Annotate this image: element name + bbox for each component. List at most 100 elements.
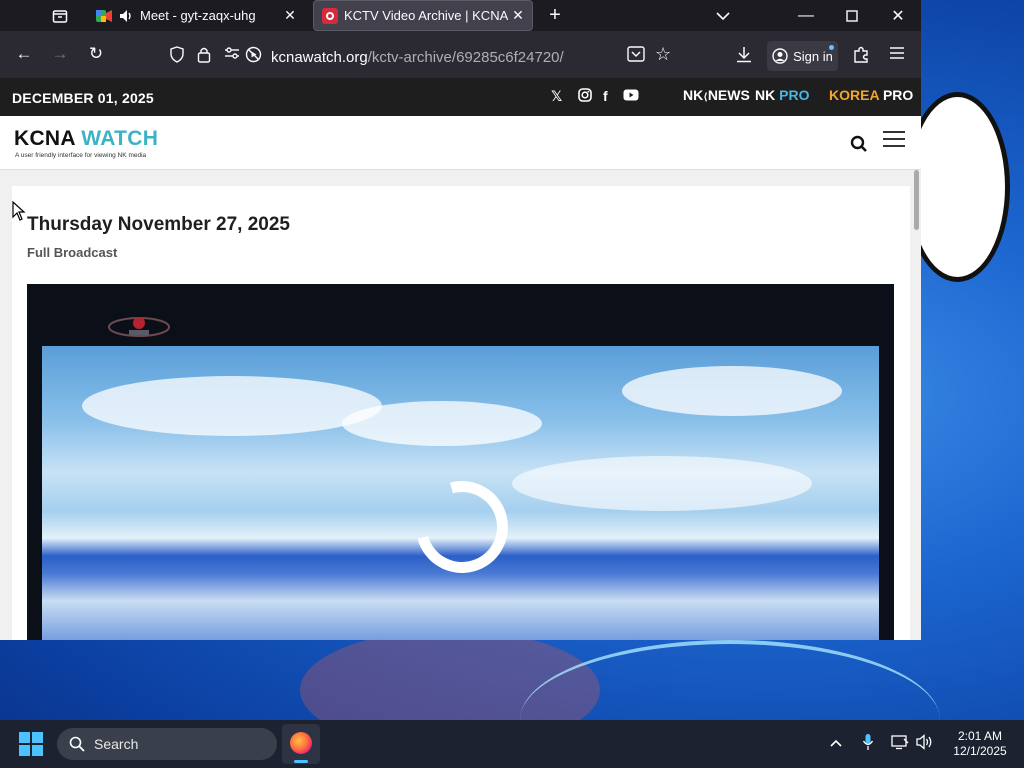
site-date: DECEMBER 01, 2025 [12,90,154,106]
facebook-icon[interactable]: f [603,88,608,104]
minimize-button[interactable]: — [788,0,824,31]
volume-icon[interactable] [916,734,934,753]
kcna-favicon-icon [322,7,338,24]
windows-start-icon[interactable] [19,732,43,756]
shield-icon[interactable] [169,46,185,66]
tab-label: Meet - gyt-zaqx-uhg [140,8,256,23]
search-icon[interactable] [850,135,868,153]
downloads-icon[interactable] [736,46,752,66]
url-path: /kctv-archive/69285c6f24720/ [367,49,564,66]
permissions-icon[interactable] [224,46,240,63]
taskbar-search[interactable]: Search [57,728,277,760]
wallpaper-shape [520,640,940,720]
video-cloud [512,456,812,511]
url-bar[interactable]: kcnawatch.org/kctv-archive/69285c6f24720… [271,49,564,66]
arrow-right-icon: → [51,44,69,63]
meet-icon [96,8,112,24]
brand-text: NK [683,87,704,103]
url-domain: kcnawatch.org [271,49,368,66]
network-icon[interactable] [891,734,909,753]
close-icon: ✕ [891,7,905,25]
menu-icon[interactable] [889,46,905,63]
plus-icon: + [549,4,561,26]
menu-line [883,131,905,133]
chevron-up-icon [830,739,842,747]
nk-pro-link[interactable]: NK PRO [755,87,809,103]
active-indicator [294,760,308,763]
save-to-pocket-icon[interactable] [627,46,645,65]
arrow-left-icon: ← [15,44,33,63]
broadcast-card: Thursday November 27, 2025 Full Broadcas… [12,186,910,640]
search-placeholder: Search [94,736,139,752]
brand-text: PRO [882,87,914,103]
site-header: KCNA WATCH A user friendly interface for… [0,116,921,170]
account-icon [772,48,788,64]
search-icon [69,736,85,752]
sign-in-label: Sign in [793,48,833,64]
autoplay-blocked-icon[interactable] [245,46,262,66]
brand-text: PRO [779,87,810,103]
youtube-icon[interactable] [623,88,639,104]
nk-news-link[interactable]: NK⟨NEWS [683,87,750,103]
kcna-watch-logo[interactable]: KCNA WATCH [14,127,158,151]
microphone-icon[interactable] [862,733,874,754]
brand-text: NK [755,87,780,103]
page-scrollbar[interactable] [914,170,919,230]
bookmark-star-icon[interactable]: ☆ [655,44,671,65]
hamburger-menu-icon[interactable] [883,131,905,147]
maximize-icon [846,9,858,22]
menu-line [883,145,905,147]
show-hidden-icons-button[interactable] [830,734,842,750]
x-twitter-icon[interactable]: 𝕏 [551,88,562,105]
video-cloud [622,366,842,416]
reload-button[interactable]: ↻ [81,39,111,69]
windows-taskbar: Search 2:01 AM 12/1/2025 [0,720,1024,768]
sign-in-button[interactable]: Sign in [767,41,838,71]
video-player[interactable] [27,284,894,640]
forward-button[interactable]: → [45,39,75,69]
mouse-cursor-icon [12,201,26,221]
broadcast-subtitle: Full Broadcast [27,245,118,260]
close-window-button[interactable]: ✕ [880,0,916,31]
extensions-icon[interactable] [853,46,869,66]
tab-label: KCTV Video Archive | KCNA Wat [344,8,508,23]
firefox-taskbar-button[interactable] [282,724,320,764]
new-tab-button[interactable]: + [537,0,573,31]
video-cloud [82,376,382,436]
clock-date: 12/1/2025 [953,744,1007,758]
tab-kcna-watch[interactable]: KCTV Video Archive | KCNA Wat ✕ [313,0,533,31]
tab-bar: Meet - gyt-zaqx-uhg ✕ KCTV Video Archive… [0,0,921,31]
reload-icon: ↻ [88,44,104,63]
notification-dot [829,45,834,50]
firefox-icon [290,732,312,754]
maximize-button[interactable] [834,0,870,31]
korea-pro-link[interactable]: KOREA PRO [829,87,913,103]
tab-list-icon [52,9,68,23]
site-top-bar: DECEMBER 01, 2025 𝕏 f NK⟨NEWS NK PRO KOR… [0,78,921,116]
tab-overview-button[interactable] [42,0,78,31]
close-icon[interactable]: ✕ [280,7,300,24]
video-cloud [342,401,542,446]
clock-time: 2:01 AM [957,729,1003,743]
system-clock[interactable]: 2:01 AM 12/1/2025 [945,729,1015,759]
close-icon[interactable]: ✕ [508,7,528,24]
brand-text: KOREA [829,87,883,103]
browser-window: Meet - gyt-zaqx-uhg ✕ KCTV Video Archive… [0,0,921,640]
list-all-tabs-button[interactable] [705,0,741,31]
page-title: Thursday November 27, 2025 [27,214,290,235]
logo-tagline: A user friendly interface for viewing NK… [15,152,147,159]
menu-line [883,138,905,140]
back-button[interactable]: ← [9,39,39,69]
minimize-icon: — [798,6,814,24]
logo-text: WATCH [75,127,159,150]
brand-text: NEWS [707,87,750,103]
navigation-toolbar: ← → ↻ kcnawatch.org/kctv-archive/69285c6… [0,31,921,78]
chevron-down-icon [716,11,730,20]
logo-text: KCNA [14,127,76,150]
speaker-icon[interactable] [118,8,134,24]
web-page: DECEMBER 01, 2025 𝕏 f NK⟨NEWS NK PRO KOR… [0,78,921,640]
tab-meet[interactable]: Meet - gyt-zaqx-uhg ✕ [88,0,304,31]
instagram-icon[interactable] [578,88,592,105]
kctv-logo-icon [108,317,170,337]
lock-icon[interactable] [197,46,211,66]
